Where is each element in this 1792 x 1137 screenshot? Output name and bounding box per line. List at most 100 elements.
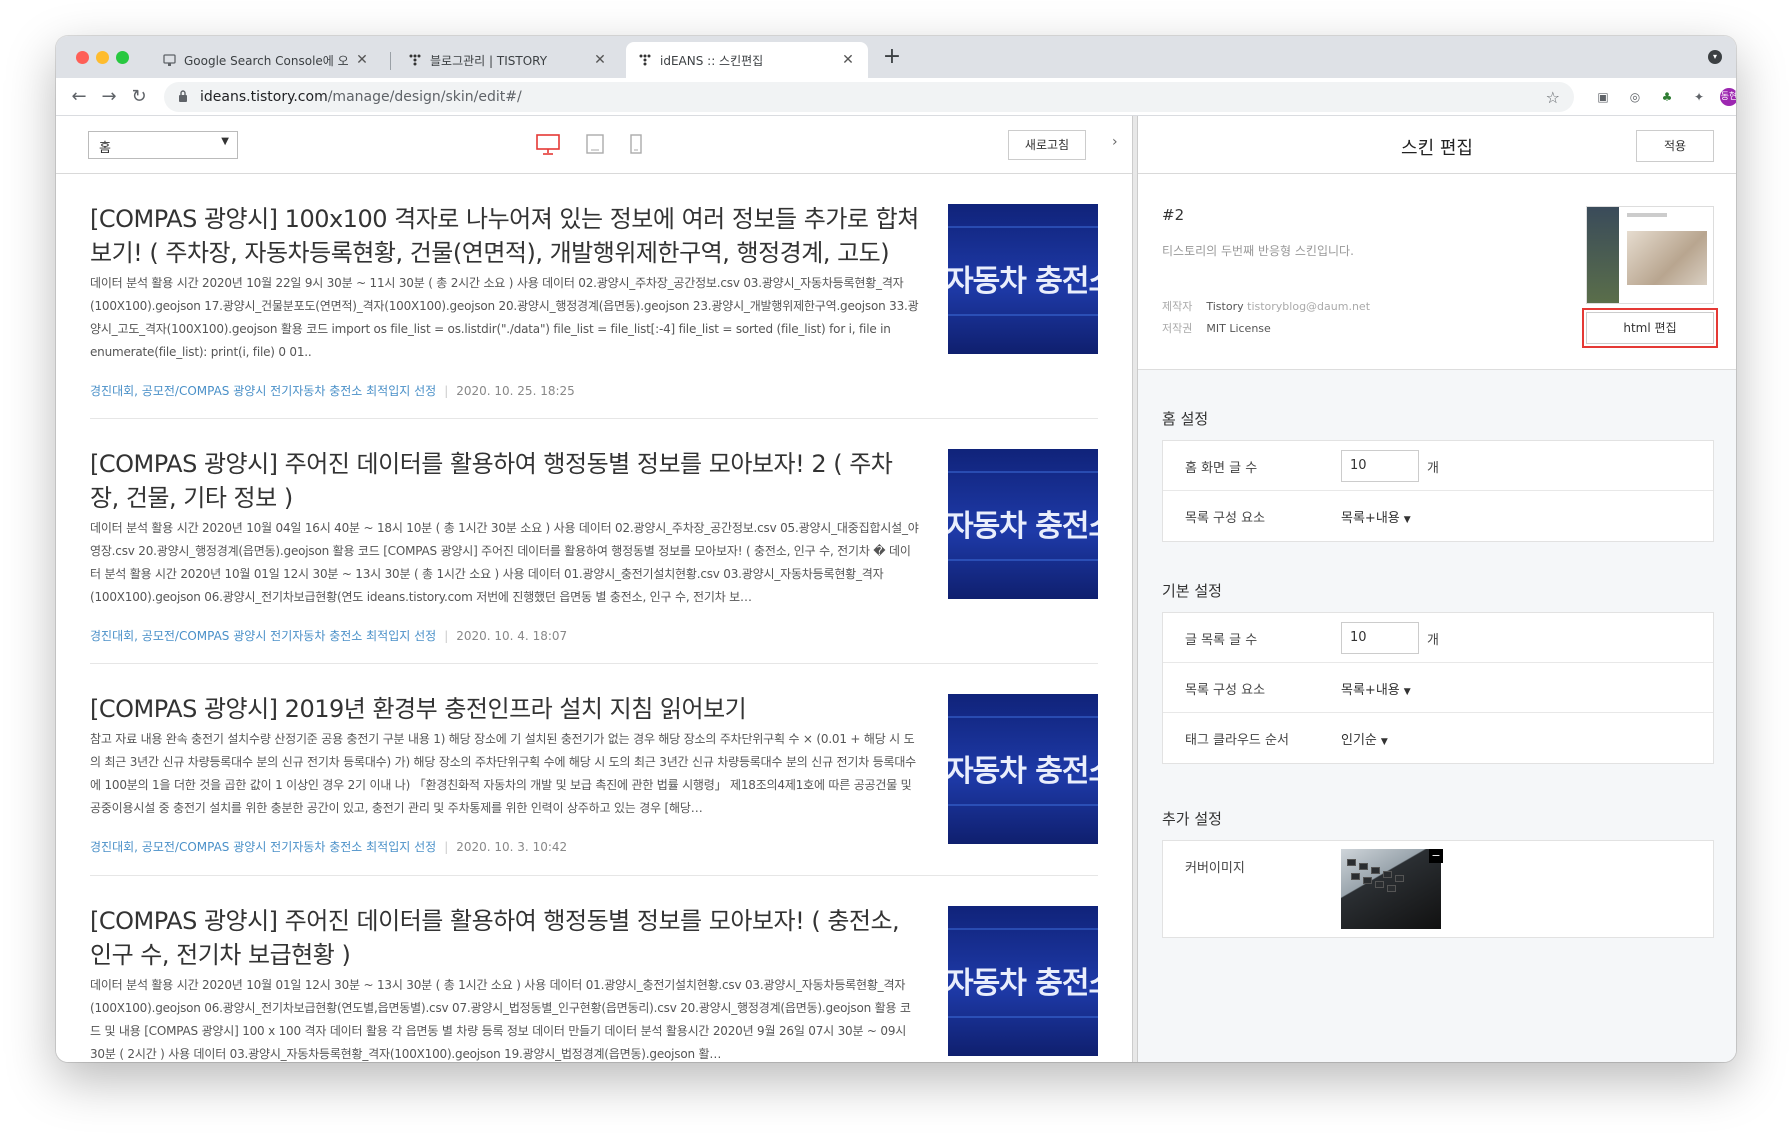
setting-label: 태그 클라우드 순서 — [1185, 733, 1289, 748]
list-post-count-input[interactable]: 10 — [1341, 622, 1419, 654]
tistory-icon — [408, 53, 422, 67]
tistory-icon — [638, 53, 652, 67]
tab-blog-manage[interactable]: 블로그관리 | TISTORY ✕ — [396, 42, 620, 78]
cast-extension-icon[interactable]: ▣ — [1594, 88, 1612, 106]
close-tab-icon[interactable]: ✕ — [354, 52, 370, 68]
post-category-link[interactable]: 경진대회, 공모전/COMPAS 광양시 전기자동차 충전소 최적입지 선정 — [90, 629, 436, 643]
tag-cloud-order-dropdown[interactable]: 인기순 ▼ — [1341, 729, 1388, 748]
caret-down-icon: ▼ — [1380, 737, 1388, 747]
evernote-extension-icon[interactable]: ♣ — [1658, 88, 1676, 106]
post-item[interactable]: [COMPAS 광양시] 2019년 환경부 충전인프라 설치 지침 읽어보기 … — [90, 664, 1098, 876]
reload-icon[interactable]: ↻ — [128, 86, 150, 108]
thumb-text: 자동차 충전소 — [948, 966, 1098, 1001]
maker-label: 제작자 — [1162, 300, 1193, 313]
post-title[interactable]: [COMPAS 광양시] 2019년 환경부 충전인프라 설치 지침 읽어보기 — [90, 692, 920, 726]
thumb-stripe — [948, 928, 1098, 930]
thumb-header — [1627, 213, 1667, 217]
skin-license: 저작권 MIT License — [1162, 320, 1271, 336]
keyboard-key — [1347, 859, 1356, 866]
thumb-stripe — [948, 716, 1098, 718]
remove-cover-icon[interactable]: − — [1429, 849, 1443, 863]
setting-label: 커버이미지 — [1185, 861, 1245, 876]
page-select-value: 홈 — [99, 141, 111, 156]
compass-extension-icon[interactable]: ◎ — [1626, 88, 1644, 106]
list-type-dropdown[interactable]: 목록+내용 ▼ — [1341, 679, 1411, 698]
mobile-view-icon[interactable] — [630, 134, 642, 158]
meta-separator: | — [444, 384, 449, 398]
browser-window: Google Search Console에 오신 ✕ 블로그관리 | TIST… — [56, 36, 1736, 1062]
post-meta: 경진대회, 공모전/COMPAS 광양시 전기자동차 충전소 최적입지 선정 | 2… — [90, 627, 567, 644]
post-title[interactable]: [COMPAS 광양시] 100x100 격자로 나누어져 있는 정보에 여러 … — [90, 202, 920, 270]
close-window-button[interactable] — [76, 51, 89, 64]
new-tab-button[interactable]: + — [878, 44, 906, 69]
post-date: 2020. 10. 3. 10:42 — [456, 840, 568, 854]
skin-preview-thumbnail — [1586, 206, 1714, 304]
post-category-link[interactable]: 경진대회, 공모전/COMPAS 광양시 전기자동차 충전소 최적입지 선정 — [90, 384, 436, 398]
post-title[interactable]: [COMPAS 광양시] 주어진 데이터를 활용하여 행정동별 정보를 모아보자… — [90, 904, 920, 972]
post-thumbnail[interactable]: 자동차 충전소 — [948, 449, 1098, 599]
dropdown-value: 인기순 — [1341, 733, 1377, 748]
basic-settings-card: 글 목록 글 수 10 개 목록 구성 요소 목록+내용 ▼ 태그 클라우드 순서… — [1162, 612, 1714, 764]
setting-row: 커버이미지 − — [1163, 841, 1713, 937]
bookmark-star-icon[interactable]: ☆ — [1546, 88, 1560, 107]
desktop-view-icon[interactable] — [536, 134, 560, 160]
post-excerpt: 참고 자료 내용 완속 충전기 설치수량 산정기준 공용 충전기 구분 내용 1… — [90, 732, 917, 815]
apply-button[interactable]: 적용 — [1636, 130, 1714, 162]
keyboard-key — [1363, 877, 1372, 884]
setting-row: 홈 화면 글 수 10 개 — [1163, 441, 1713, 491]
skin-edit-panel: 스킨 편집 적용 #2 티스토리의 두번째 반응형 스킨입니다. 제작자 Tist… — [1138, 116, 1736, 1062]
tab-skin-edit[interactable]: idEANS :: 스킨편집 ✕ — [626, 42, 868, 78]
tablet-view-icon[interactable] — [586, 134, 604, 158]
keyboard-key — [1351, 873, 1360, 880]
home-list-type-dropdown[interactable]: 목록+내용 ▼ — [1341, 507, 1411, 526]
home-post-count-input[interactable]: 10 — [1341, 450, 1419, 482]
meta-separator: | — [444, 840, 449, 854]
extra-settings-title: 추가 설정 — [1162, 810, 1222, 828]
skin-description: 티스토리의 두번째 반응형 스킨입니다. — [1162, 244, 1354, 258]
chevron-right-icon[interactable]: › — [1112, 134, 1118, 150]
keyboard-key — [1375, 881, 1384, 888]
thumb-text: 자동차 충전소 — [948, 754, 1098, 789]
thumb-text: 자동차 충전소 — [948, 509, 1098, 544]
close-tab-icon[interactable]: ✕ — [592, 52, 608, 68]
highlight-box — [1582, 308, 1718, 348]
post-date: 2020. 10. 4. 18:07 — [456, 629, 568, 643]
post-item[interactable]: [COMPAS 광양시] 주어진 데이터를 활용하여 행정동별 정보를 모아보자… — [90, 419, 1098, 664]
thumb-stripe — [948, 226, 1098, 228]
profile-avatar[interactable]: 동현 — [1720, 88, 1736, 106]
refresh-button[interactable]: 새로고침 — [1008, 130, 1086, 160]
url-path: /manage/design/skin/edit#/ — [327, 89, 522, 105]
thumb-cat-image — [1627, 231, 1707, 285]
back-icon[interactable]: ← — [68, 86, 90, 108]
page-select[interactable]: 홈 ▼ — [88, 131, 238, 159]
forward-icon[interactable]: → — [98, 86, 120, 108]
maker-email: tistoryblog@daum.net — [1247, 300, 1371, 313]
post-thumbnail[interactable]: 자동차 충전소 — [948, 906, 1098, 1056]
post-thumbnail[interactable]: 자동차 충전소 — [948, 204, 1098, 354]
zoom-window-button[interactable] — [116, 51, 129, 64]
post-meta: 경진대회, 공모전/COMPAS 광양시 전기자동차 충전소 최적입지 선정 | 2… — [90, 838, 567, 855]
post-title[interactable]: [COMPAS 광양시] 주어진 데이터를 활용하여 행정동별 정보를 모아보자… — [90, 447, 920, 515]
license-value: MIT License — [1206, 322, 1271, 335]
cover-image[interactable] — [1341, 849, 1441, 929]
close-tab-icon[interactable]: ✕ — [840, 52, 856, 68]
address-bar[interactable]: ideans.tistory.com/manage/design/skin/ed… — [164, 82, 1574, 112]
post-thumbnail[interactable]: 자동차 충전소 — [948, 694, 1098, 844]
thumb-sidebar-image — [1587, 207, 1619, 303]
browser-toolbar: ← → ↻ ideans.tistory.com/manage/design/s… — [56, 78, 1736, 116]
tab-search-console[interactable]: Google Search Console에 오신 ✕ — [150, 42, 382, 78]
extra-settings-card: 커버이미지 − — [1162, 840, 1714, 938]
tab-title: 블로그관리 | TISTORY — [430, 53, 548, 68]
post-category-link[interactable]: 경진대회, 공모전/COMPAS 광양시 전기자동차 충전소 최적입지 선정 — [90, 840, 436, 854]
url-host: ideans.tistory.com — [200, 89, 328, 105]
setting-label: 목록 구성 요소 — [1185, 683, 1266, 698]
extensions-puzzle-icon[interactable]: ✦ — [1690, 88, 1708, 106]
tab-search-icon[interactable]: ▾ — [1708, 50, 1722, 64]
minimize-window-button[interactable] — [96, 51, 109, 64]
panel-header: 스킨 편집 적용 — [1138, 116, 1736, 174]
chevron-down-icon: ▼ — [221, 136, 229, 147]
search-console-icon — [162, 53, 176, 67]
post-item[interactable]: [COMPAS 광양시] 100x100 격자로 나누어져 있는 정보에 여러 … — [90, 174, 1098, 419]
post-item[interactable]: [COMPAS 광양시] 주어진 데이터를 활용하여 행정동별 정보를 모아보자… — [90, 876, 1098, 1062]
thumb-stripe — [948, 471, 1098, 473]
